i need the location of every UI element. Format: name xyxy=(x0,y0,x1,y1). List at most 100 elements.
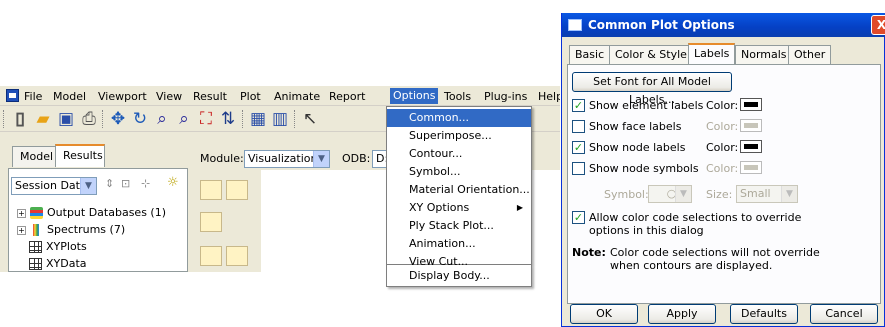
symbol-combo: ○ ▼ xyxy=(648,185,692,203)
menu-item-contour[interactable]: Contour... xyxy=(387,145,531,163)
tab-labels[interactable]: Labels xyxy=(688,43,736,65)
box-zoom-icon[interactable]: ⌕ xyxy=(174,109,194,129)
close-icon[interactable]: X xyxy=(871,15,885,35)
menu-item-superimpose[interactable]: Superimpose... xyxy=(387,127,531,145)
menu-viewport[interactable]: Viewport xyxy=(98,90,147,103)
defaults-button[interactable]: Defaults xyxy=(730,304,798,324)
menu-result[interactable]: Result xyxy=(193,90,227,103)
tab-normals[interactable]: Normals xyxy=(735,45,793,64)
tab-other[interactable]: Other xyxy=(788,45,832,64)
tree-item-output-databases[interactable]: + Output Databases (1) xyxy=(17,205,166,221)
menu-item-common[interactable]: Common... xyxy=(387,109,531,127)
plot-symbols-icon[interactable] xyxy=(200,246,222,266)
node-label-color-swatch[interactable] xyxy=(740,140,762,153)
show-node-symbols-checkbox[interactable] xyxy=(572,162,585,175)
tree-item-spectrums[interactable]: + Spectrums (7) xyxy=(17,222,125,238)
render-style-2-icon[interactable]: ▥ xyxy=(270,109,290,129)
select-arrow-icon[interactable]: ↖ xyxy=(300,109,320,129)
menu-view[interactable]: View xyxy=(156,90,182,103)
allow-override-label-line2: options in this dialog xyxy=(589,224,704,237)
element-label-color-swatch[interactable] xyxy=(740,98,762,111)
ok-button[interactable]: OK xyxy=(570,304,638,324)
apply-button[interactable]: Apply xyxy=(648,304,716,324)
note-text-line1: Color code selections will not override xyxy=(610,246,820,259)
toolbar-grip[interactable] xyxy=(294,110,297,128)
render-style-icon[interactable]: ▦ xyxy=(248,109,268,129)
session-data-combo[interactable]: Session Data ▼ xyxy=(11,177,97,195)
open-folder-icon[interactable]: ▰ xyxy=(33,109,53,129)
cycle-views-icon[interactable]: ⇅ xyxy=(218,109,238,129)
dialog-title: Common Plot Options xyxy=(588,18,735,32)
plot-material-orientation-icon[interactable] xyxy=(226,246,248,266)
show-face-labels-label: Show face labels xyxy=(589,120,682,133)
module-label: Module: xyxy=(200,152,244,165)
new-file-icon[interactable]: ▯ xyxy=(10,109,30,130)
cancel-button[interactable]: Cancel xyxy=(810,304,878,324)
chevron-down-icon[interactable]: ▼ xyxy=(80,178,96,194)
plot-undeformed-icon[interactable] xyxy=(200,180,222,200)
menu-plot[interactable]: Plot xyxy=(240,90,261,103)
plot-deformed-icon[interactable] xyxy=(226,180,248,200)
chevron-down-icon: ▼ xyxy=(781,186,797,202)
toolbar-grip[interactable] xyxy=(3,110,6,128)
app-icon[interactable] xyxy=(6,89,19,102)
menu-item-display-body[interactable]: Display Body... xyxy=(387,267,531,285)
toolbar-grip[interactable] xyxy=(102,110,105,128)
expand-plus-icon[interactable]: + xyxy=(17,225,26,235)
menu-plugins[interactable]: Plug-ins xyxy=(484,90,527,103)
tree-item-label: XYData xyxy=(46,257,87,270)
save-icon[interactable]: ▣ xyxy=(56,109,76,129)
color-label: Color: xyxy=(706,141,739,154)
expand-icon[interactable]: ⊹ xyxy=(141,177,150,190)
show-face-labels-checkbox[interactable] xyxy=(572,120,585,133)
menu-file[interactable]: File xyxy=(24,90,42,103)
sort-icon[interactable]: ⇕ xyxy=(105,177,114,190)
expand-plus-icon[interactable]: + xyxy=(17,208,26,218)
print-icon[interactable]: ⎙ xyxy=(79,109,99,129)
pan-icon[interactable]: ✥ xyxy=(108,109,128,129)
menu-options[interactable]: Options xyxy=(390,88,439,104)
menu-help[interactable]: Help xyxy=(538,90,560,103)
spectrum-icon xyxy=(33,224,39,236)
menu-animate[interactable]: Animate xyxy=(274,90,320,103)
menu-item-material-orientation[interactable]: Material Orientation... xyxy=(387,181,531,199)
color-label: Color: xyxy=(706,99,739,112)
menu-report[interactable]: Report xyxy=(329,90,365,103)
filter-icon[interactable]: ⊡ xyxy=(121,177,130,190)
auto-fit-icon[interactable]: ⛶ xyxy=(196,109,216,129)
node-symbol-color-swatch xyxy=(740,161,762,174)
rotate-icon[interactable]: ↻ xyxy=(130,109,150,129)
menu-tools[interactable]: Tools xyxy=(444,90,471,103)
lightbulb-icon[interactable]: ☼ xyxy=(167,175,179,190)
chevron-down-icon[interactable]: ▼ xyxy=(313,151,329,167)
plot-contours-icon[interactable] xyxy=(200,212,222,232)
tab-color-style[interactable]: Color & Style xyxy=(609,45,693,64)
chevron-down-icon: ▼ xyxy=(675,186,691,202)
results-tree: Session Data ▼ ⇕ ⊡ ⊹ ☼ + Output Databases… xyxy=(8,168,188,272)
module-combo[interactable]: Visualization ▼ xyxy=(244,150,330,168)
show-element-labels-checkbox[interactable]: ✓ xyxy=(572,99,585,112)
menu-item-symbol[interactable]: Symbol... xyxy=(387,163,531,181)
tree-item-xydata[interactable]: XYData xyxy=(29,256,87,272)
toolbar-grip[interactable] xyxy=(242,110,245,128)
dialog-titlebar[interactable]: Common Plot Options X xyxy=(562,13,885,37)
menu-item-ply-stack-plot[interactable]: Ply Stack Plot... xyxy=(387,217,531,235)
menu-model[interactable]: Model xyxy=(53,90,86,103)
tab-basic[interactable]: Basic xyxy=(569,45,611,64)
tree-item-label: Spectrums (7) xyxy=(47,223,126,236)
tab-results[interactable]: Results xyxy=(55,144,105,167)
module-toolbox xyxy=(196,176,258,272)
menu-item-animation[interactable]: Animation... xyxy=(387,235,531,253)
menu-item-xy-options[interactable]: XY Options ▶ xyxy=(387,199,531,217)
show-node-labels-label: Show node labels xyxy=(589,141,686,154)
set-font-button[interactable]: Set Font for All Model Labels... xyxy=(572,72,732,106)
options-menu-tail: Display Body... xyxy=(386,265,532,287)
zoom-icon[interactable]: ⌕ xyxy=(152,109,172,129)
tab-model[interactable]: Model xyxy=(12,146,56,167)
show-element-labels-label: Show element labels xyxy=(589,99,704,112)
allow-color-code-override-checkbox[interactable]: ✓ xyxy=(572,211,585,224)
color-label: Color: xyxy=(706,120,739,133)
tree-item-xyplots[interactable]: XYPlots xyxy=(29,239,87,255)
session-value: Session Data xyxy=(15,179,87,192)
show-node-labels-checkbox[interactable]: ✓ xyxy=(572,141,585,154)
